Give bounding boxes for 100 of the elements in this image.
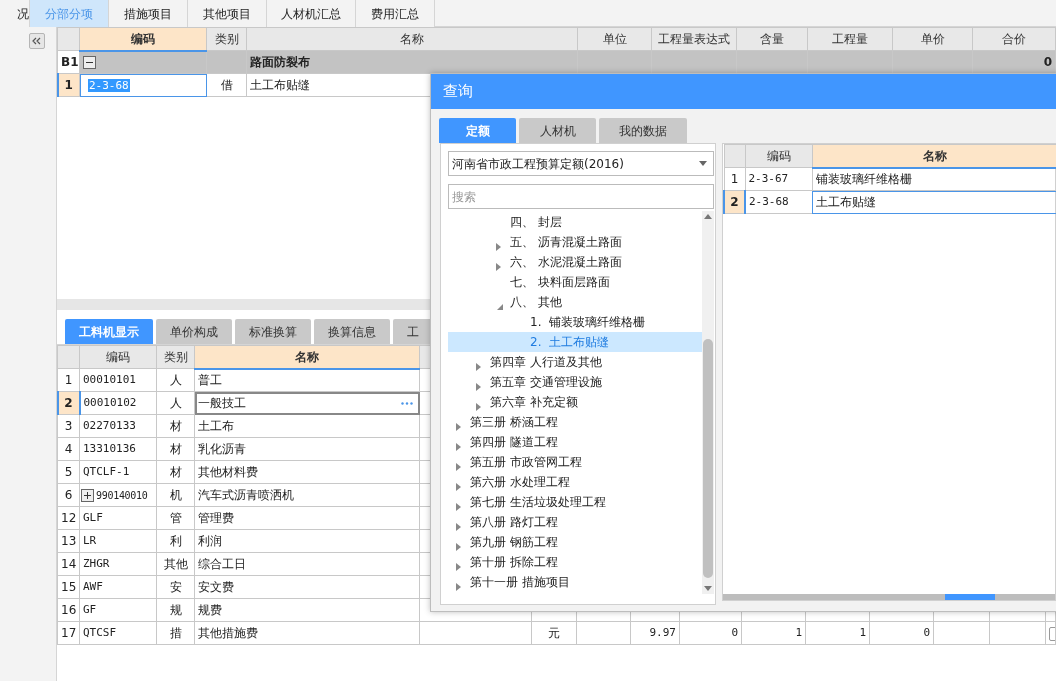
tree-label: 七、 块料面层路面 [510, 274, 610, 291]
table-cell: 其他措施费 [194, 621, 420, 645]
more-icon[interactable] [401, 402, 413, 405]
row-number: 4 [57, 437, 80, 461]
quota-select[interactable]: 河南省市政工程预算定额(2016) [448, 151, 714, 176]
tab[interactable]: 其他项目 [188, 0, 267, 27]
column-header[interactable]: 单价 [892, 27, 973, 51]
tab[interactable]: 工 [392, 319, 433, 344]
tree-label: 六、 水泥混凝土路面 [510, 254, 622, 271]
table-cell: QTCSF [79, 621, 157, 645]
table-cell: 其他 [156, 552, 195, 576]
table-cell: 0 [869, 621, 934, 645]
tree-label: 第四章 人行道及其他 [490, 354, 602, 371]
row-number: 17 [57, 621, 80, 645]
column-header[interactable]: 类别 [156, 345, 195, 369]
dialog-title: 查询 [431, 74, 1056, 109]
row-number: 1 [724, 167, 745, 191]
column-header[interactable]: 单位 [577, 27, 652, 51]
table-cell: 路面防裂布 [246, 50, 578, 74]
table-cell: 2-3-67 [745, 167, 812, 191]
row-number: 15 [57, 575, 80, 599]
column-header[interactable]: 含量 [736, 27, 808, 51]
table-cell: 一般技工 [198, 396, 246, 410]
tree-item[interactable]: 四、 封层 [448, 212, 702, 232]
tab[interactable]: 人材机 [519, 118, 596, 143]
search-field[interactable]: 搜索 [448, 184, 714, 209]
tab[interactable]: 我的数据 [599, 118, 687, 143]
tab[interactable]: 况 [0, 0, 30, 27]
table-cell: 利润 [194, 529, 420, 553]
table-cell: 00010102 [79, 391, 157, 415]
table-cell: 02270133 [79, 414, 157, 438]
table-cell: 1 [805, 621, 870, 645]
vertical-scrollbar[interactable] [702, 211, 714, 594]
collapse-icon[interactable] [29, 33, 45, 49]
row-number: 1 [57, 368, 80, 392]
table-cell: 人 [156, 391, 195, 415]
minus-icon [86, 62, 93, 64]
row-number: 2 [57, 391, 80, 415]
table-cell: 措 [156, 621, 195, 645]
tab[interactable]: 费用汇总 [356, 0, 435, 27]
table-cell: 00010101 [79, 368, 157, 392]
tab[interactable]: 换算信息 [313, 319, 390, 344]
tab[interactable]: 措施项目 [109, 0, 188, 27]
scroll-up-icon[interactable] [704, 214, 712, 219]
tree-label: 八、 其他 [510, 294, 562, 311]
collapse-toggle[interactable] [83, 56, 96, 70]
table-cell: 13310136 [79, 437, 157, 461]
table-cell: 0 [679, 621, 742, 645]
table-cell: 综合工日 [194, 552, 420, 576]
table-cell: 规费 [194, 598, 420, 622]
tree-label: 第七册 生活垃圾处理工程 [470, 494, 606, 511]
table-cell: 机 [156, 483, 195, 507]
tree-item[interactable]: 1. 铺装玻璃纤维格栅 [448, 312, 702, 332]
row-number: 5 [57, 460, 80, 484]
tree-label: 第九册 钢筋工程 [470, 534, 558, 551]
tree-label: 1. 铺装玻璃纤维格栅 [530, 314, 646, 331]
table-cell: 管理费 [194, 506, 420, 530]
column-header[interactable]: 名称 [812, 144, 1056, 168]
column-header[interactable]: 编码 [79, 345, 157, 369]
tab[interactable]: 标准换算 [234, 319, 311, 344]
column-header[interactable]: 工程量 [807, 27, 893, 51]
table-cell: QTCLF-1 [79, 460, 157, 484]
select-value: 河南省市政工程预算定额(2016) [452, 155, 624, 173]
expand-toggle[interactable] [81, 489, 94, 502]
table-cell: 规 [156, 598, 195, 622]
column-header[interactable]: 工程量表达式 [651, 27, 737, 51]
table-cell: 土工布贴缝 [812, 190, 1056, 214]
table-cell: 元 [531, 621, 577, 645]
column-header[interactable]: 名称 [194, 345, 420, 369]
column-header[interactable]: 编码 [745, 144, 812, 168]
tree-item[interactable]: 2. 土工布贴缝 [448, 332, 702, 352]
tab[interactable]: 单价构成 [155, 319, 232, 344]
tree-label: 五、 沥青混凝土路面 [510, 234, 622, 251]
horizontal-scrollbar[interactable] [723, 594, 1055, 600]
table-cell: 汽车式沥青喷洒机 [194, 483, 420, 507]
tree-label: 第六章 补充定额 [490, 394, 578, 411]
column-header[interactable]: 类别 [206, 27, 247, 51]
table-cell: LR [79, 529, 157, 553]
tree-item[interactable]: 七、 块料面层路面 [448, 272, 702, 292]
row-number: 16 [57, 598, 80, 622]
code-text: 2-3-68 [88, 78, 130, 92]
table-cell: 材 [156, 437, 195, 461]
tree-label: 第十一册 措施项目 [470, 574, 570, 591]
tree-label: 第六册 水处理工程 [470, 474, 570, 491]
table-cell: AWF [79, 575, 157, 599]
table-cell: 其他材料费 [194, 460, 420, 484]
table-cell: 土工布 [194, 414, 420, 438]
row-number: 1 [57, 73, 80, 97]
tree-label: 第十册 拆除工程 [470, 554, 558, 571]
column-header[interactable]: 编码 [79, 27, 207, 51]
dropdown-icon [699, 161, 707, 166]
table-cell: 借 [206, 73, 247, 97]
scroll-down-icon[interactable] [704, 586, 712, 591]
table-cell: 材 [156, 414, 195, 438]
column-header[interactable]: 名称 [246, 27, 578, 51]
row-number: 6 [57, 483, 80, 507]
column-header[interactable]: 合价 [972, 27, 1056, 51]
tree-item[interactable]: 八、 其他 [448, 292, 702, 312]
tab[interactable]: 人材机汇总 [267, 0, 356, 27]
table-cell: 利 [156, 529, 195, 553]
